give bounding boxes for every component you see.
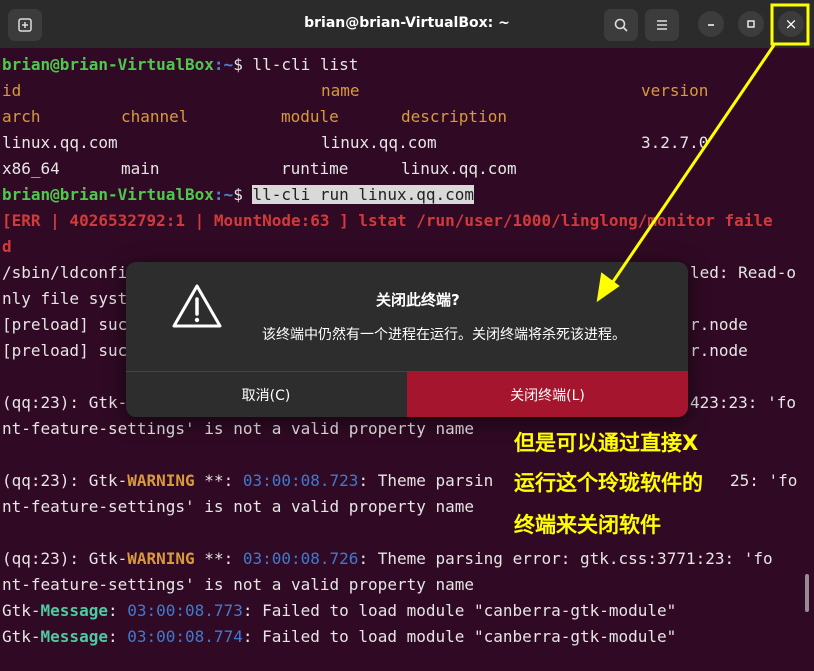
annotation-overlay (596, 3, 810, 303)
annotation-arrow-line (602, 44, 776, 296)
annotation-line-1: 但是可以通过直接X (514, 431, 699, 455)
annotation-line-2: 运行这个玲珑软件的 (514, 471, 703, 495)
annotation-line-3: 终端来关闭软件 (514, 513, 661, 537)
annotation-highlight-box (770, 3, 810, 46)
